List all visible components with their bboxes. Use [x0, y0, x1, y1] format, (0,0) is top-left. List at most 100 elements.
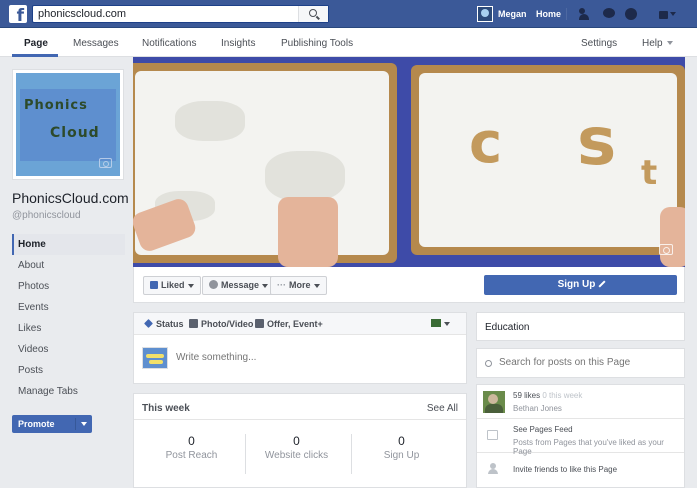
- help-menu[interactable]: Help: [642, 38, 673, 49]
- tab-insights[interactable]: Insights: [221, 38, 255, 49]
- user-avatar[interactable]: [477, 6, 493, 22]
- page-category[interactable]: Education: [476, 312, 685, 341]
- chevron-down-icon: [666, 41, 673, 46]
- sidebar-item-posts[interactable]: Posts: [12, 360, 125, 381]
- friend-requests-icon[interactable]: [579, 8, 593, 20]
- stat-value: 0: [398, 434, 405, 448]
- camera-icon: [189, 319, 198, 328]
- tab-publishing-tools[interactable]: Publishing Tools: [281, 38, 353, 49]
- global-search-button[interactable]: [298, 6, 328, 22]
- write-something-input[interactable]: [176, 352, 456, 363]
- user-name-link[interactable]: Megan: [498, 9, 527, 19]
- chevron-down-icon: [187, 283, 194, 288]
- foam-letter: s: [577, 103, 617, 180]
- top-bar: f Megan Home: [0, 0, 697, 28]
- see-all-link[interactable]: See All: [427, 403, 458, 414]
- chevron-down-icon[interactable]: [81, 422, 87, 426]
- stat-label: Post Reach: [165, 450, 218, 461]
- composer-tab-label: Offer, Event+: [267, 319, 323, 329]
- sign-up-button[interactable]: Sign Up: [484, 275, 677, 295]
- chevron-down-icon: [262, 283, 269, 288]
- page-title[interactable]: PhonicsCloud.com: [12, 190, 129, 206]
- thumbs-up-icon: [150, 281, 158, 289]
- this-week-title: This week: [142, 403, 190, 414]
- foam-texture: [175, 101, 245, 141]
- stat-sign-up[interactable]: 0 Sign Up: [346, 434, 457, 461]
- more-label: More: [289, 280, 311, 290]
- tab-page[interactable]: Page: [24, 38, 48, 49]
- profile-picture-card[interactable]: Phonics Cloud: [12, 69, 124, 180]
- profile-picture[interactable]: Phonics Cloud: [16, 73, 120, 176]
- composer-tab-status[interactable]: Status: [144, 319, 184, 329]
- message-button[interactable]: Message: [202, 276, 276, 295]
- page-nav-bar: Page Messages Notifications Insights Pub…: [0, 28, 697, 57]
- composer-tabs: Status Photo/Video Offer, Event+: [134, 313, 466, 335]
- composer-tab-label: Status: [156, 319, 184, 329]
- list-item-invite-friends[interactable]: Invite friends to like this Page: [477, 453, 684, 487]
- stat-website-clicks[interactable]: 0 Website clicks: [241, 434, 352, 461]
- stat-value: 0: [293, 434, 300, 448]
- promote-button[interactable]: Promote: [12, 415, 92, 433]
- messages-icon[interactable]: [603, 8, 617, 20]
- search-icon: [309, 9, 317, 17]
- facebook-logo[interactable]: f: [9, 5, 27, 23]
- sidebar-item-photos[interactable]: Photos: [12, 276, 125, 297]
- global-search-input[interactable]: [33, 6, 293, 22]
- global-search: [32, 5, 329, 23]
- sidebar-item-likes[interactable]: Likes: [12, 318, 125, 339]
- stat-label: Website clicks: [264, 450, 329, 461]
- logo-text-top: Phonics: [24, 98, 88, 113]
- page-post-search-input[interactable]: [499, 357, 679, 368]
- child-arm: [278, 197, 338, 267]
- liked-label: Liked: [161, 280, 185, 290]
- post-composer: Status Photo/Video Offer, Event+: [133, 312, 467, 384]
- camera-icon[interactable]: [659, 244, 673, 255]
- sidebar-item-home[interactable]: Home: [12, 234, 125, 255]
- sidebar-item-manage-tabs[interactable]: Manage Tabs: [12, 381, 125, 402]
- page-username[interactable]: @phonicscloud: [12, 210, 81, 221]
- list-item-pages-feed[interactable]: See Pages Feed Posts from Pages that you…: [477, 419, 684, 456]
- chevron-down-icon: [313, 283, 320, 288]
- foam-letter: c: [469, 111, 503, 176]
- account-menu-caret-icon[interactable]: [670, 12, 676, 16]
- composer-tab-photo-video[interactable]: Photo/Video: [189, 319, 253, 329]
- promote-divider: [75, 418, 76, 430]
- page-sidebar: Home About Photos Events Likes Videos Po…: [12, 234, 125, 402]
- pencil-icon: [144, 319, 153, 328]
- tab-messages[interactable]: Messages: [73, 38, 119, 49]
- likes-count: 59 likes: [513, 391, 541, 400]
- message-label: Message: [221, 280, 260, 290]
- liker-avatar: [483, 391, 505, 413]
- child-hand: [660, 207, 685, 267]
- more-button[interactable]: ··· More: [270, 276, 327, 295]
- sidebar-item-events[interactable]: Events: [12, 297, 125, 318]
- invite-friends-label: Invite friends to like this Page: [513, 465, 618, 474]
- composer-tab-offer-event[interactable]: Offer, Event+: [255, 319, 323, 329]
- composer-tab-label: Photo/Video: [201, 319, 254, 329]
- liked-button[interactable]: Liked: [143, 276, 201, 295]
- camera-icon[interactable]: [99, 158, 112, 168]
- cover-photo[interactable]: c s t: [133, 57, 685, 267]
- sidebar-item-videos[interactable]: Videos: [12, 339, 125, 360]
- notifications-globe-icon[interactable]: [625, 8, 639, 20]
- sign-up-label: Sign Up: [557, 279, 596, 290]
- page-info-list: 59 likes 0 this week Bethan Jones See Pa…: [476, 384, 685, 488]
- promote-label: Promote: [18, 419, 55, 429]
- tab-settings[interactable]: Settings: [581, 38, 617, 49]
- active-tab-indicator: [12, 54, 58, 57]
- foam-texture: [265, 151, 345, 201]
- more-dots-icon: ···: [277, 280, 286, 290]
- chevron-down-icon[interactable]: [444, 322, 450, 326]
- language-flag-icon[interactable]: [431, 319, 441, 327]
- this-week-header: This week See All: [134, 394, 466, 420]
- composer-body: [134, 335, 466, 383]
- help-label: Help: [642, 38, 663, 49]
- list-item-likes[interactable]: 59 likes 0 this week Bethan Jones: [477, 385, 684, 419]
- home-link[interactable]: Home: [536, 9, 561, 19]
- stat-post-reach[interactable]: 0 Post Reach: [136, 434, 247, 461]
- likes-summary: 59 likes 0 this week: [513, 391, 582, 400]
- tab-notifications[interactable]: Notifications: [142, 38, 196, 49]
- sidebar-item-about[interactable]: About: [12, 255, 125, 276]
- likes-this-week: 0 this week: [542, 391, 583, 400]
- liker-name[interactable]: Bethan Jones: [513, 404, 562, 413]
